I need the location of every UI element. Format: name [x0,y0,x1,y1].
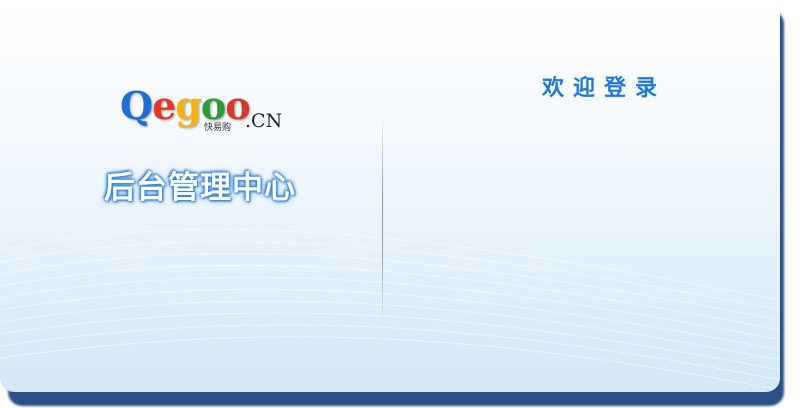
welcome-heading: 欢迎登录 [541,76,666,101]
logo-letter: g [175,83,202,128]
logo-letter: e [152,83,176,128]
admin-center-title: 后台管理中心 [104,170,296,206]
qegoo-logo: Qegoo 快易购 .CN [120,86,290,136]
login-card: Qegoo 快易购 .CN 后台管理中心 欢迎登录 [0,0,780,392]
logo-letter: Q [120,83,153,128]
logo-subtitle: 快易购 [204,123,232,133]
logo-domain: .CN [245,110,283,132]
vertical-divider [382,116,383,322]
